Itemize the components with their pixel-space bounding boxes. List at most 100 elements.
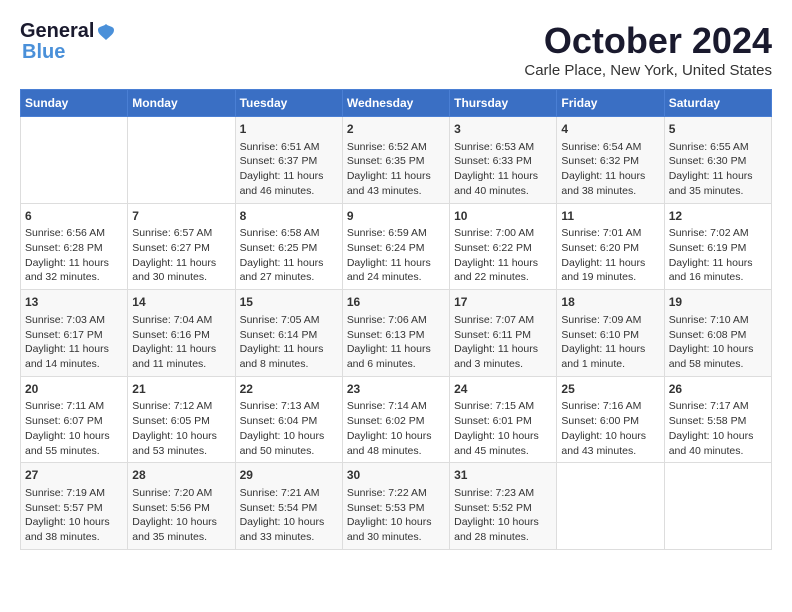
day-info: Daylight: 11 hours and 19 minutes. (561, 256, 659, 285)
day-number: 21 (132, 381, 230, 398)
day-info: Sunset: 6:07 PM (25, 414, 123, 429)
day-info: Sunrise: 7:11 AM (25, 399, 123, 414)
day-info: Sunrise: 7:12 AM (132, 399, 230, 414)
day-info: Sunset: 5:53 PM (347, 501, 445, 516)
day-number: 16 (347, 294, 445, 311)
day-info: Daylight: 10 hours and 45 minutes. (454, 429, 552, 458)
day-info: Sunrise: 7:22 AM (347, 486, 445, 501)
day-info: Daylight: 11 hours and 35 minutes. (669, 169, 767, 198)
day-info: Sunset: 5:56 PM (132, 501, 230, 516)
day-info: Sunset: 6:14 PM (240, 328, 338, 343)
header-wednesday: Wednesday (342, 90, 449, 117)
header-friday: Friday (557, 90, 664, 117)
day-number: 6 (25, 208, 123, 225)
day-info: Sunset: 6:19 PM (669, 241, 767, 256)
day-info: Daylight: 11 hours and 40 minutes. (454, 169, 552, 198)
day-info: Sunset: 6:37 PM (240, 154, 338, 169)
header-sunday: Sunday (21, 90, 128, 117)
day-info: Sunset: 6:02 PM (347, 414, 445, 429)
day-info: Daylight: 11 hours and 32 minutes. (25, 256, 123, 285)
calendar-cell: 21Sunrise: 7:12 AMSunset: 6:05 PMDayligh… (128, 376, 235, 463)
day-info: Sunset: 6:24 PM (347, 241, 445, 256)
header-saturday: Saturday (664, 90, 771, 117)
day-info: Sunrise: 7:01 AM (561, 226, 659, 241)
header-monday: Monday (128, 90, 235, 117)
day-number: 10 (454, 208, 552, 225)
day-info: Daylight: 11 hours and 6 minutes. (347, 342, 445, 371)
day-info: Daylight: 11 hours and 16 minutes. (669, 256, 767, 285)
day-number: 5 (669, 121, 767, 138)
calendar-cell: 22Sunrise: 7:13 AMSunset: 6:04 PMDayligh… (235, 376, 342, 463)
day-number: 14 (132, 294, 230, 311)
day-number: 8 (240, 208, 338, 225)
calendar-table: SundayMondayTuesdayWednesdayThursdayFrid… (20, 89, 772, 550)
day-info: Daylight: 10 hours and 58 minutes. (669, 342, 767, 371)
day-info: Sunrise: 7:02 AM (669, 226, 767, 241)
day-number: 28 (132, 467, 230, 484)
calendar-cell (21, 117, 128, 204)
page-header: General Blue October 2024 Carle Place, N… (20, 20, 772, 79)
calendar-cell: 7Sunrise: 6:57 AMSunset: 6:27 PMDaylight… (128, 203, 235, 290)
day-info: Sunrise: 6:58 AM (240, 226, 338, 241)
day-info: Daylight: 10 hours and 38 minutes. (25, 515, 123, 544)
day-info: Sunrise: 7:17 AM (669, 399, 767, 414)
day-number: 29 (240, 467, 338, 484)
day-number: 30 (347, 467, 445, 484)
calendar-cell: 17Sunrise: 7:07 AMSunset: 6:11 PMDayligh… (450, 290, 557, 377)
day-info: Sunrise: 6:54 AM (561, 140, 659, 155)
logo-bird-icon (95, 21, 117, 43)
week-row-3: 13Sunrise: 7:03 AMSunset: 6:17 PMDayligh… (21, 290, 772, 377)
day-info: Daylight: 10 hours and 40 minutes. (669, 429, 767, 458)
calendar-cell: 11Sunrise: 7:01 AMSunset: 6:20 PMDayligh… (557, 203, 664, 290)
day-info: Sunrise: 7:10 AM (669, 313, 767, 328)
day-number: 17 (454, 294, 552, 311)
month-title: October 2024 (524, 20, 772, 62)
header-thursday: Thursday (450, 90, 557, 117)
day-info: Sunset: 6:22 PM (454, 241, 552, 256)
calendar-cell: 2Sunrise: 6:52 AMSunset: 6:35 PMDaylight… (342, 117, 449, 204)
day-info: Sunset: 6:05 PM (132, 414, 230, 429)
title-block: October 2024 Carle Place, New York, Unit… (524, 20, 772, 79)
calendar-cell: 12Sunrise: 7:02 AMSunset: 6:19 PMDayligh… (664, 203, 771, 290)
day-info: Sunset: 6:11 PM (454, 328, 552, 343)
day-number: 26 (669, 381, 767, 398)
calendar-cell: 25Sunrise: 7:16 AMSunset: 6:00 PMDayligh… (557, 376, 664, 463)
calendar-cell: 20Sunrise: 7:11 AMSunset: 6:07 PMDayligh… (21, 376, 128, 463)
day-info: Daylight: 11 hours and 43 minutes. (347, 169, 445, 198)
day-info: Sunrise: 7:06 AM (347, 313, 445, 328)
week-row-4: 20Sunrise: 7:11 AMSunset: 6:07 PMDayligh… (21, 376, 772, 463)
day-number: 2 (347, 121, 445, 138)
header-row: SundayMondayTuesdayWednesdayThursdayFrid… (21, 90, 772, 117)
day-number: 19 (669, 294, 767, 311)
day-info: Sunset: 5:57 PM (25, 501, 123, 516)
day-info: Daylight: 11 hours and 8 minutes. (240, 342, 338, 371)
calendar-cell: 18Sunrise: 7:09 AMSunset: 6:10 PMDayligh… (557, 290, 664, 377)
calendar-cell (557, 463, 664, 550)
calendar-cell: 4Sunrise: 6:54 AMSunset: 6:32 PMDaylight… (557, 117, 664, 204)
calendar-cell: 5Sunrise: 6:55 AMSunset: 6:30 PMDaylight… (664, 117, 771, 204)
calendar-cell: 14Sunrise: 7:04 AMSunset: 6:16 PMDayligh… (128, 290, 235, 377)
day-number: 7 (132, 208, 230, 225)
day-number: 3 (454, 121, 552, 138)
day-number: 1 (240, 121, 338, 138)
day-info: Sunrise: 6:55 AM (669, 140, 767, 155)
day-info: Sunset: 6:27 PM (132, 241, 230, 256)
day-info: Daylight: 10 hours and 35 minutes. (132, 515, 230, 544)
day-info: Sunrise: 7:14 AM (347, 399, 445, 414)
day-info: Sunrise: 7:05 AM (240, 313, 338, 328)
calendar-cell: 23Sunrise: 7:14 AMSunset: 6:02 PMDayligh… (342, 376, 449, 463)
calendar-cell: 31Sunrise: 7:23 AMSunset: 5:52 PMDayligh… (450, 463, 557, 550)
day-info: Sunrise: 6:51 AM (240, 140, 338, 155)
day-info: Daylight: 11 hours and 24 minutes. (347, 256, 445, 285)
day-info: Sunset: 5:52 PM (454, 501, 552, 516)
day-info: Sunset: 6:01 PM (454, 414, 552, 429)
calendar-body: 1 Sunrise: 6:51 AMSunset: 6:37 PM Daylight… (21, 117, 772, 550)
day-number: 24 (454, 381, 552, 398)
day-info: Sunrise: 7:16 AM (561, 399, 659, 414)
day-info: Daylight: 10 hours and 48 minutes. (347, 429, 445, 458)
day-info: Daylight: 11 hours and 38 minutes. (561, 169, 659, 198)
day-info: Sunrise: 7:23 AM (454, 486, 552, 501)
calendar-cell: 26Sunrise: 7:17 AMSunset: 5:58 PMDayligh… (664, 376, 771, 463)
day-info: Sunrise: 7:19 AM (25, 486, 123, 501)
logo: General Blue (20, 20, 118, 61)
